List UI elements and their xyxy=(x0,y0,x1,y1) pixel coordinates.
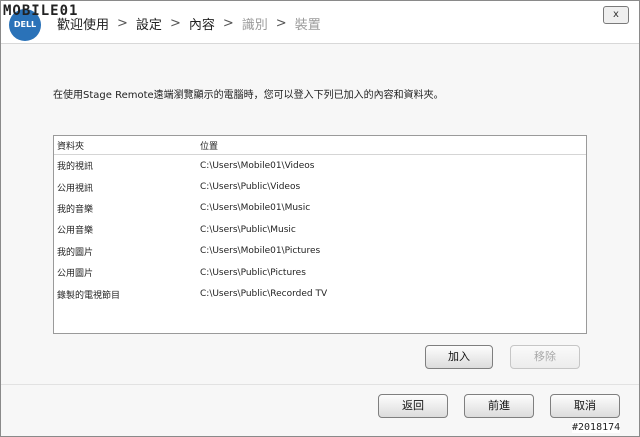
folder-name: 我的音樂 xyxy=(57,204,94,215)
step-separator: > xyxy=(275,15,287,31)
back-button[interactable]: 返回 xyxy=(378,394,448,418)
step-separator: > xyxy=(222,15,234,31)
next-button[interactable]: 前進 xyxy=(464,394,534,418)
cancel-button[interactable]: 取消 xyxy=(550,394,620,418)
folder-name: 公用音樂 xyxy=(57,226,94,237)
step-device: 裝置 xyxy=(294,17,321,33)
table-header: 資料夾 位置 xyxy=(54,136,586,155)
remove-button[interactable]: 移除 xyxy=(510,345,580,369)
close-button[interactable]: x xyxy=(603,6,629,24)
column-location[interactable]: 位置 xyxy=(200,139,586,152)
table-row[interactable]: 公用音樂 C:\Users\Public\Music xyxy=(54,219,586,240)
folder-path: C:\Users\Public\Pictures xyxy=(200,267,306,278)
step-settings: 設定 xyxy=(135,17,162,33)
folder-path: C:\Users\Mobile01\Pictures xyxy=(200,246,321,257)
table-row[interactable]: 我的圖片 C:\Users\Mobile01\Pictures xyxy=(54,241,586,262)
wizard-steps: 歡迎使用 > 設定 > 內容 > 識別 > 裝置 xyxy=(57,13,321,33)
column-folder[interactable]: 資料夾 xyxy=(54,139,200,152)
folder-name: 錄製的電視節目 xyxy=(57,290,121,301)
folder-path: C:\Users\Mobile01\Videos xyxy=(200,160,315,171)
step-welcome: 歡迎使用 xyxy=(57,17,110,33)
folder-path: C:\Users\Public\Videos xyxy=(200,182,301,193)
header-divider xyxy=(1,43,639,44)
table-row[interactable]: 錄製的電視節目 C:\Users\Public\Recorded TV xyxy=(54,283,586,304)
step-separator: > xyxy=(117,15,128,31)
folder-path: C:\Users\Public\Recorded TV xyxy=(200,289,328,300)
step-separator: > xyxy=(169,15,181,31)
intro-text: 在使用Stage Remote遠端瀏覽顯示的電腦時，您可以登入下列已加入的內容和… xyxy=(53,90,444,101)
close-icon: x xyxy=(613,9,619,20)
folder-name: 公用視訊 xyxy=(57,183,94,194)
folders-table: 資料夾 位置 我的視訊 C:\Users\Mobile01\Videos 公用視… xyxy=(53,135,587,334)
folder-path: C:\Users\Public\Music xyxy=(200,224,296,235)
image-credit: #2018174 xyxy=(572,422,621,433)
add-button[interactable]: 加入 xyxy=(425,345,493,369)
folder-path: C:\Users\Mobile01\Music xyxy=(200,203,311,214)
footer-divider xyxy=(1,384,639,385)
table-row[interactable]: 公用圖片 C:\Users\Public\Pictures xyxy=(54,262,586,283)
table-row[interactable]: 我的視訊 C:\Users\Mobile01\Videos xyxy=(54,155,586,176)
folder-name: 我的視訊 xyxy=(57,162,94,173)
table-row[interactable]: 公用視訊 C:\Users\Public\Videos xyxy=(54,176,586,197)
setup-dialog: DELL MOBILE01 歡迎使用 > 設定 > 內容 > 識別 > 裝置 x… xyxy=(0,0,640,437)
header: DELL MOBILE01 歡迎使用 > 設定 > 內容 > 識別 > 裝置 x xyxy=(1,1,639,43)
folder-name: 我的圖片 xyxy=(57,247,94,258)
folder-name: 公用圖片 xyxy=(57,269,94,280)
step-content: 內容 xyxy=(188,17,215,33)
step-identify: 識別 xyxy=(241,17,268,33)
table-row[interactable]: 我的音樂 C:\Users\Mobile01\Music xyxy=(54,198,586,219)
